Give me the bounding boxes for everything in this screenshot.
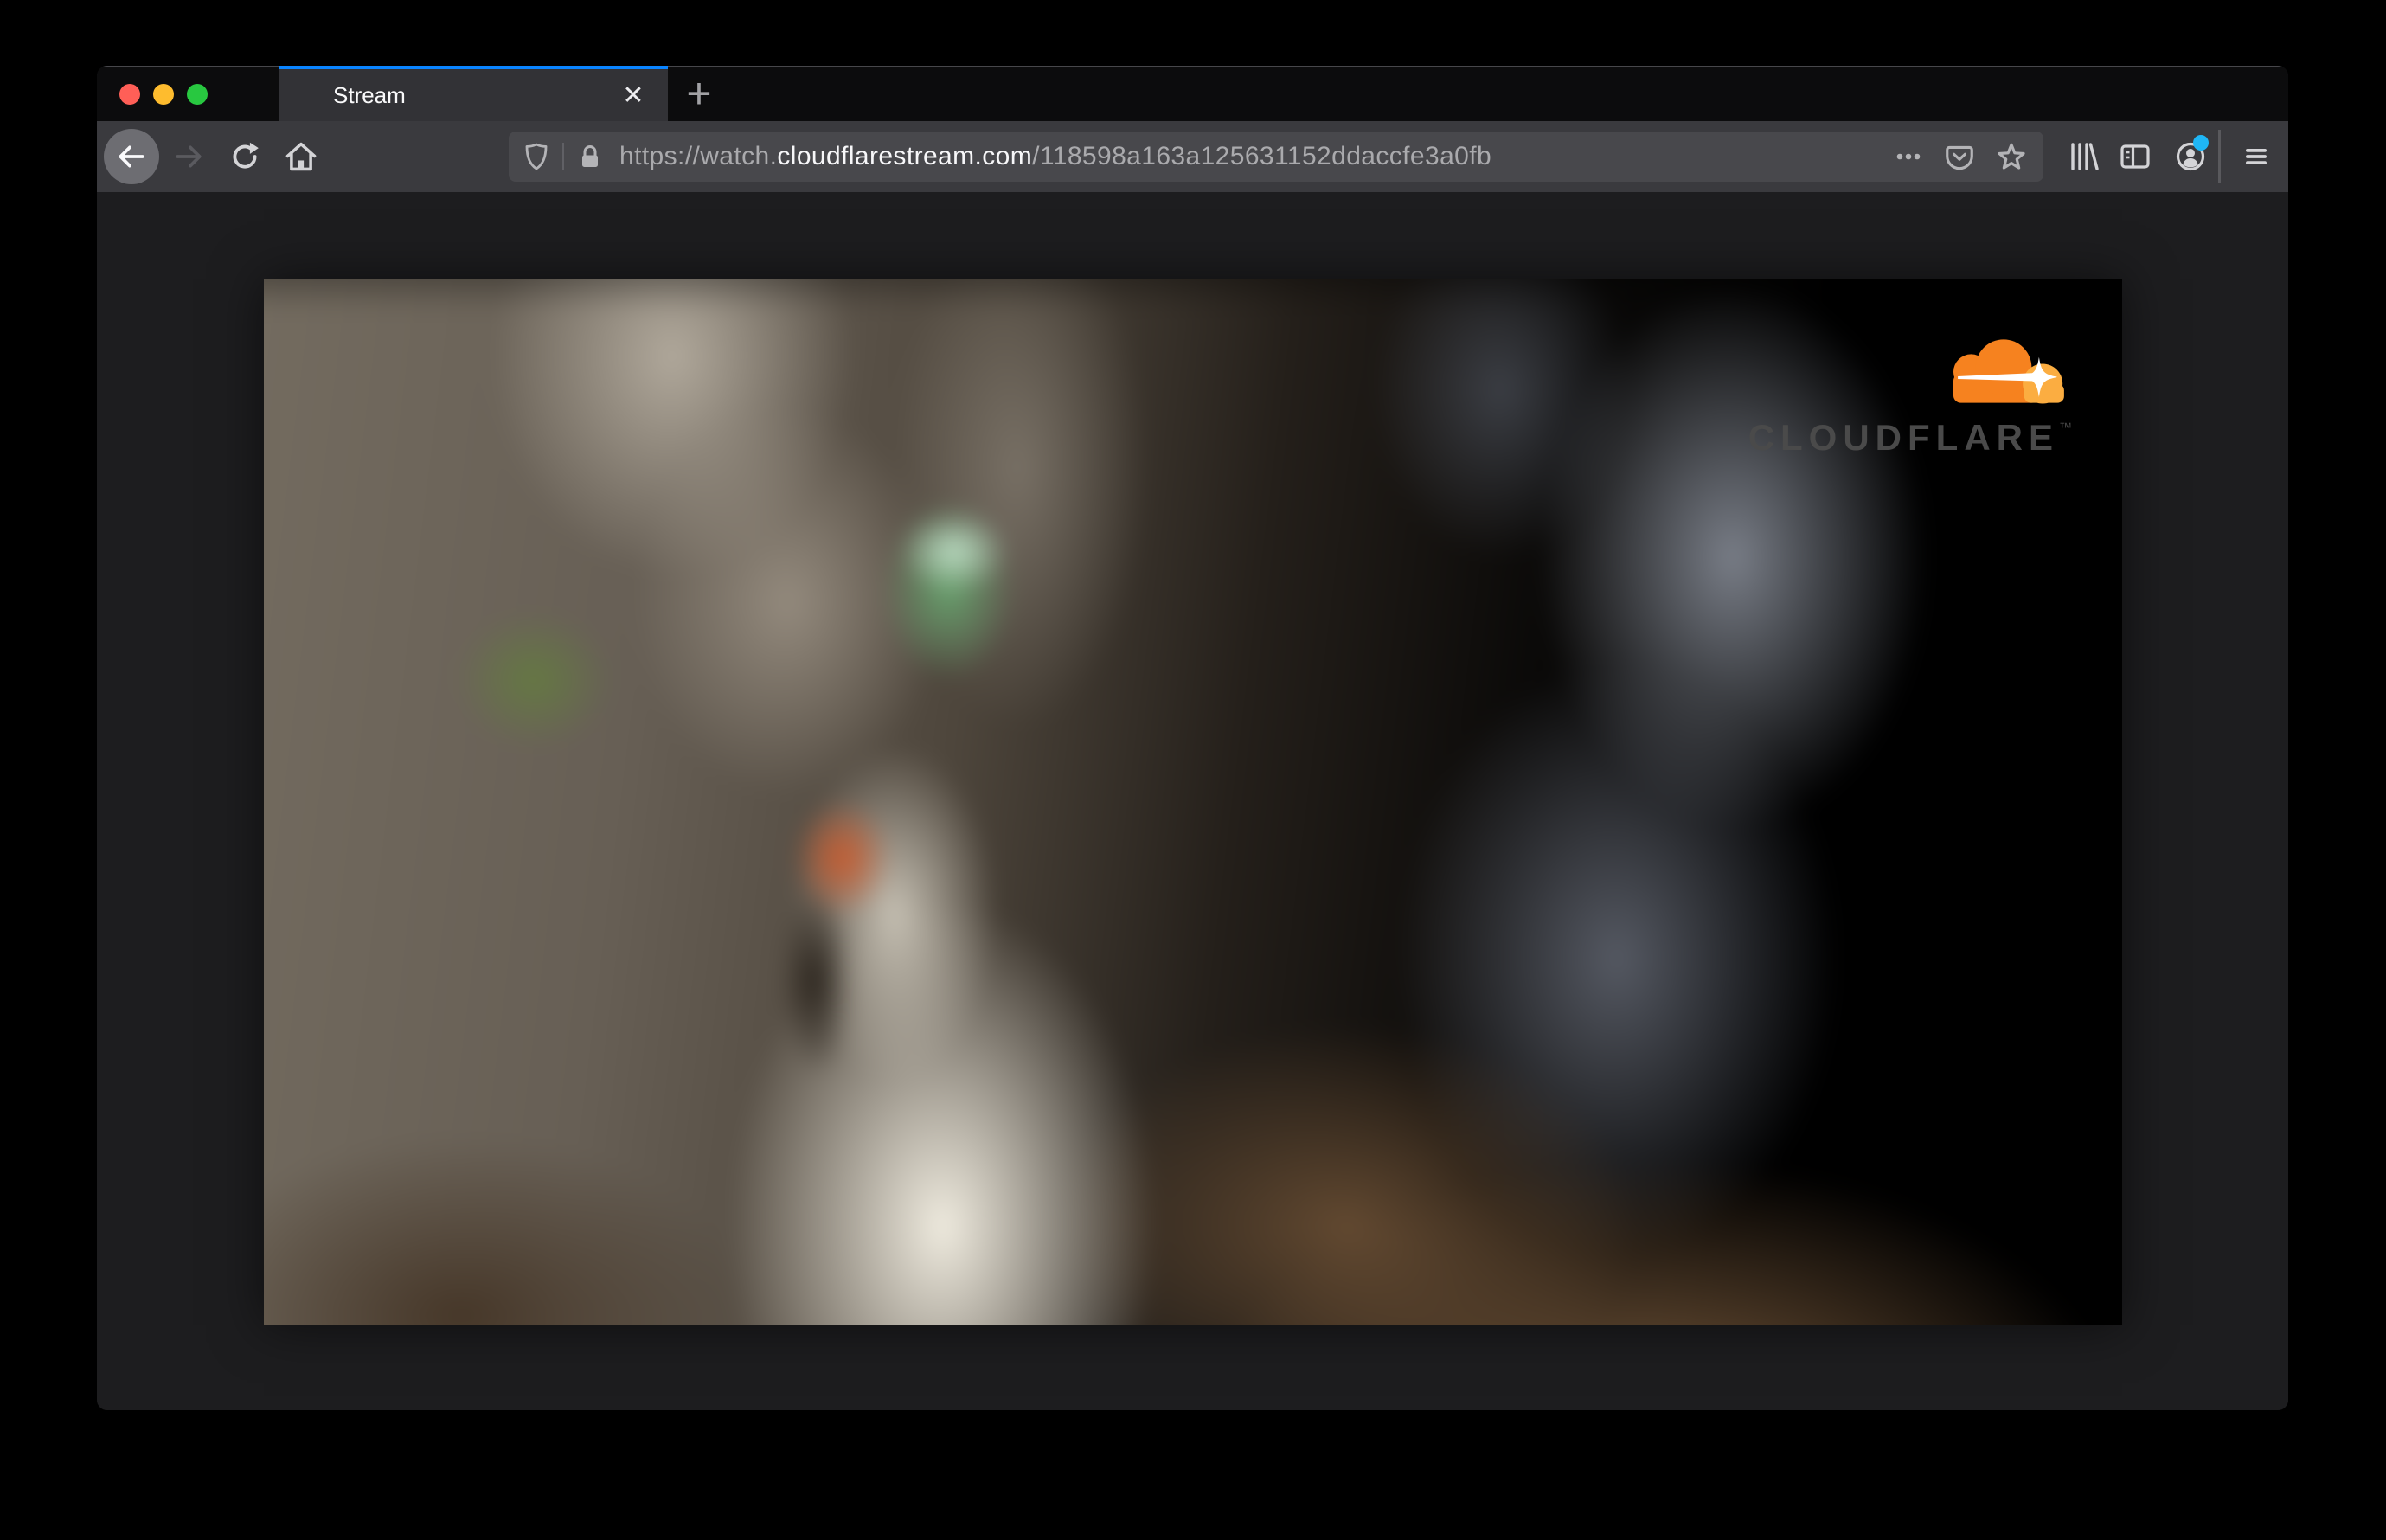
url-scheme-subdomain: https://watch. — [619, 142, 778, 170]
account-notification-dot — [2193, 135, 2209, 151]
back-button[interactable] — [104, 129, 159, 184]
library-icon — [2062, 138, 2101, 176]
video-player[interactable]: CLOUDFLARE ™ — [264, 279, 2122, 1325]
tab-close-button[interactable]: ✕ — [618, 69, 649, 121]
library-button[interactable] — [2062, 138, 2101, 176]
window-minimize-button[interactable] — [153, 84, 174, 105]
home-button[interactable] — [282, 138, 320, 176]
reload-icon — [228, 140, 261, 173]
tab-title: Stream — [333, 81, 406, 108]
page-content: CLOUDFLARE ™ — [97, 192, 2288, 1410]
forward-icon — [172, 140, 205, 173]
toolbar-separator — [2218, 130, 2221, 183]
sidebar-icon — [2116, 138, 2154, 176]
home-icon — [284, 139, 318, 174]
window-close-button[interactable] — [119, 84, 140, 105]
cloudflare-logo: CLOUDFLARE ™ — [1748, 328, 2072, 456]
trademark-symbol: ™ — [2059, 420, 2072, 435]
traffic-lights — [119, 84, 208, 105]
urlbar-separator — [562, 143, 564, 170]
hamburger-menu-icon — [2237, 138, 2275, 176]
sidebar-button[interactable] — [2116, 138, 2154, 176]
cloudflare-cloud-icon — [1953, 339, 2064, 404]
cloudflare-wordmark: CLOUDFLARE — [1748, 417, 2059, 458]
tab-stream[interactable]: Stream ✕ — [279, 66, 668, 121]
menu-button[interactable] — [2237, 138, 2275, 176]
tracking-protection-shield-icon[interactable] — [521, 141, 552, 172]
url-domain: cloudflarestream.com — [777, 142, 1033, 170]
page-actions-icon[interactable] — [1893, 141, 1924, 172]
address-bar[interactable]: https://watch.cloudflarestream.com/11859… — [509, 132, 2043, 182]
window-zoom-button[interactable] — [187, 84, 208, 105]
url-text: https://watch.cloudflarestream.com/11859… — [619, 142, 1491, 171]
browser-window: Stream ✕ + https://watch.cloudflarestrea… — [97, 66, 2288, 1410]
connection-secure-lock-icon[interactable] — [574, 141, 606, 172]
navigation-toolbar: https://watch.cloudflarestream.com/11859… — [97, 121, 2288, 192]
forward-button[interactable] — [170, 138, 208, 176]
bookmark-star-icon[interactable] — [1995, 140, 2028, 173]
reload-button[interactable] — [226, 138, 264, 176]
pocket-icon[interactable] — [1943, 140, 1976, 173]
back-icon — [115, 140, 148, 173]
account-button[interactable] — [2171, 135, 2210, 176]
url-path: /118598a163a125631152ddaccfe3a0fb — [1032, 142, 1492, 170]
new-tab-button[interactable]: + — [675, 66, 723, 121]
tab-bar: Stream ✕ + — [97, 66, 2288, 121]
